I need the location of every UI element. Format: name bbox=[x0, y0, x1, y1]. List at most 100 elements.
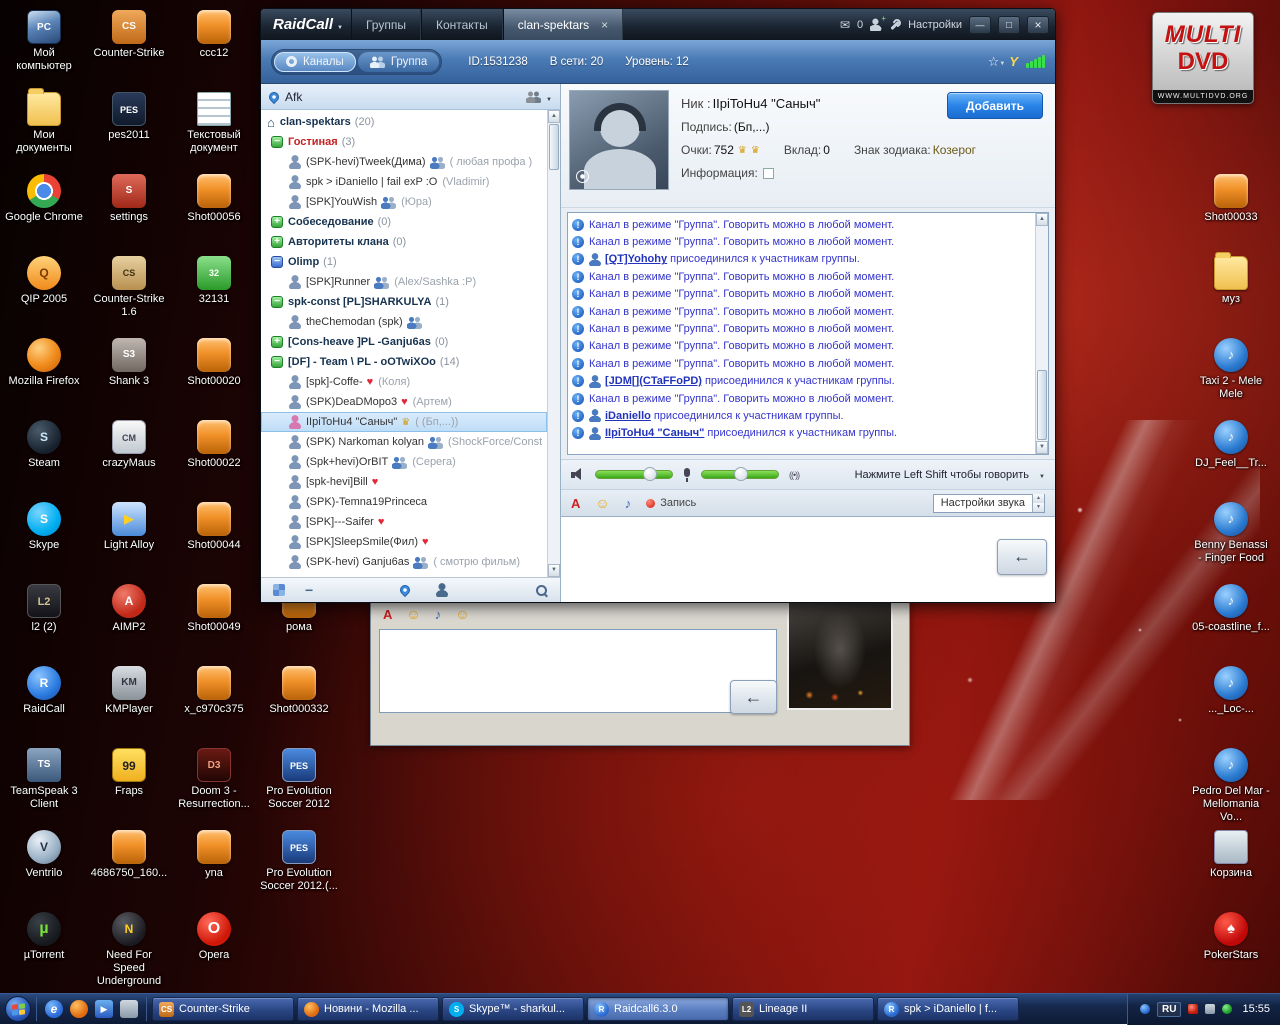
desktop-icon-текстовый-документ[interactable]: Текстовый документ bbox=[175, 92, 253, 155]
taskbar-button-skype-sharkul[interactable]: SSkype™ - sharkul... bbox=[442, 997, 584, 1021]
tree-item-olimp[interactable]: −Olimp(1) bbox=[261, 252, 547, 272]
wrench-icon[interactable] bbox=[889, 19, 901, 31]
tree-item-собеседование[interactable]: +Собеседование(0) bbox=[261, 212, 547, 232]
group-button[interactable]: Группа bbox=[358, 52, 439, 72]
chevron-down-icon[interactable] bbox=[999, 56, 1005, 68]
desktop-icon-loc[interactable]: ♪..._Loc-... bbox=[1192, 666, 1270, 716]
desktop-icon-fraps[interactable]: 99Fraps bbox=[90, 748, 168, 798]
scroll-thumb[interactable] bbox=[1037, 370, 1047, 440]
tree-item-spk-const-pl-sharkulya[interactable]: −spk-const [PL]SHARKULYA(1) bbox=[261, 292, 547, 312]
clock[interactable]: 15:55 bbox=[1242, 1003, 1270, 1015]
maximize-button[interactable] bbox=[998, 16, 1020, 34]
desktop-icon-google-chrome[interactable]: Google Chrome bbox=[5, 174, 83, 224]
desktop-icon-мои-документы[interactable]: Мои документы bbox=[5, 92, 83, 155]
desktop-icon-steam[interactable]: SSteam bbox=[5, 420, 83, 470]
tree-item-df-team-pl-ootwixoo[interactable]: −[DF] - Team \ PL - oOTwiXOo(14) bbox=[261, 352, 547, 372]
desktop-icon-pokerstars[interactable]: ♠PokerStars bbox=[1192, 912, 1270, 962]
desktop-icon-settings[interactable]: Ssettings bbox=[90, 174, 168, 224]
desktop-icon-torrent[interactable]: µµTorrent bbox=[5, 912, 83, 962]
desktop-icon-mozilla-firefox[interactable]: Mozilla Firefox bbox=[5, 338, 83, 388]
tree-user-spk-hevi-tweek-дима[interactable]: (SPK-hevi)Tweek(Дима)( любая профа ) bbox=[261, 152, 547, 172]
desktop-icon-raidcall[interactable]: RRaidCall bbox=[5, 666, 83, 716]
desktop-icon-05-coastline-f[interactable]: ♪05-coastline_f... bbox=[1192, 584, 1270, 634]
mail-icon[interactable] bbox=[840, 18, 850, 32]
volume-slider[interactable] bbox=[595, 470, 673, 479]
desktop-icon-ventrilo[interactable]: VVentrilo bbox=[5, 830, 83, 880]
volume-tray-icon[interactable] bbox=[1205, 1004, 1215, 1014]
desktop-icon-shot00022[interactable]: Shot00022 bbox=[175, 420, 253, 470]
tree-user-spk-temna19princeca[interactable]: (SPK)-Temna19Princeca bbox=[261, 492, 547, 512]
smiley-icon[interactable] bbox=[406, 606, 420, 622]
user-link-iipitohu4-саныч[interactable]: IIpiToHu4 "Саныч" bbox=[605, 427, 704, 439]
music-icon[interactable] bbox=[435, 607, 442, 622]
tree-user-spk-runner[interactable]: [SPK]Runner(Alex/Sashka :P) bbox=[261, 272, 547, 292]
scroll-up-icon[interactable] bbox=[548, 110, 560, 123]
scroll-thumb[interactable] bbox=[549, 124, 559, 170]
game-screenshot-thumbnail[interactable] bbox=[787, 598, 893, 710]
titlebar[interactable]: RaidCall ГруппыКонтактыclan-spektars× 0 … bbox=[261, 9, 1055, 40]
user-link-idaniello[interactable]: iDaniello bbox=[605, 410, 651, 422]
chevron-down-icon[interactable] bbox=[337, 16, 343, 33]
tree-user-spk-hevi-orbit[interactable]: (Spk+hevi)OrBIT(Серега) bbox=[261, 452, 547, 472]
taskbar-button-lineage-ii[interactable]: L2Lineage II bbox=[732, 997, 874, 1021]
music-icon[interactable] bbox=[625, 496, 632, 511]
tree-user-spk-coffe[interactable]: [spk]-Coffe-♥(Коля) bbox=[261, 372, 547, 392]
desktop-icon-shot00049[interactable]: Shot00049 bbox=[175, 584, 253, 634]
firefox-icon[interactable] bbox=[70, 1000, 88, 1018]
desktop-icon-ccc12[interactable]: ccc12 bbox=[175, 10, 253, 60]
desktop-icon-aimp2[interactable]: AAIMP2 bbox=[90, 584, 168, 634]
taskbar-button-spk-idaniello-f[interactable]: Rspk > iDaniello | f... bbox=[877, 997, 1019, 1021]
raidcall-tray-icon[interactable] bbox=[1140, 1004, 1150, 1014]
microphone-icon[interactable] bbox=[683, 468, 691, 482]
taskbar-button-raidcall6-3-0[interactable]: RRaidcall6.3.0 bbox=[587, 997, 729, 1021]
media-player-icon[interactable]: ▶ bbox=[95, 1000, 113, 1018]
add-user-icon[interactable] bbox=[870, 18, 882, 31]
user-link-qt-yohohy[interactable]: [QT]Yohohy bbox=[605, 253, 667, 265]
desktop-icon-counter-strike[interactable]: CSCounter-Strike bbox=[90, 10, 168, 60]
close-button[interactable] bbox=[1027, 16, 1049, 34]
status-header[interactable]: Afk bbox=[261, 84, 560, 110]
scroll-down-icon[interactable] bbox=[1036, 441, 1048, 454]
desktop-icon-32131[interactable]: 3232131 bbox=[175, 256, 253, 306]
font-color-icon[interactable] bbox=[383, 607, 392, 622]
chevron-down-icon[interactable] bbox=[1039, 469, 1045, 481]
tree-user-spk-narkoman-kolyan[interactable]: (SPK) Narkoman kolyan(ShockForce/Const bbox=[261, 432, 547, 452]
minimize-button[interactable] bbox=[969, 16, 991, 34]
speaker-icon[interactable] bbox=[571, 468, 585, 481]
desktop-icon-yna[interactable]: yna bbox=[175, 830, 253, 880]
mic-slider[interactable] bbox=[701, 470, 779, 479]
tree-item-гостиная[interactable]: −Гостиная(3) bbox=[261, 132, 547, 152]
info-checkbox[interactable] bbox=[763, 168, 774, 179]
desktop-icon-taxi-2-mele-mele[interactable]: ♪Taxi 2 - Mele Mele bbox=[1192, 338, 1270, 401]
tab-группы[interactable]: Группы bbox=[351, 9, 421, 40]
desktop-icon-dj-feel-tr[interactable]: ♪DJ_Feel__Tr... bbox=[1192, 420, 1270, 470]
tree-item-авторитеты-клана[interactable]: +Авторитеты клана(0) bbox=[261, 232, 547, 252]
tree-user-spk-saifer[interactable]: [SPK]---Saifer♥ bbox=[261, 512, 547, 532]
desktop-icon-l2-2[interactable]: L2l2 (2) bbox=[5, 584, 83, 634]
chevron-down-icon[interactable] bbox=[546, 90, 552, 104]
desktop-icon-pro-evolution-soccer-2012[interactable]: PESPro Evolution Soccer 2012.(... bbox=[260, 830, 338, 893]
desktop-icon-doom-3-resurrection[interactable]: D3Doom 3 - Resurrection... bbox=[175, 748, 253, 811]
desktop-icon-teamspeak-3-client[interactable]: TSTeamSpeak 3 Client bbox=[5, 748, 83, 811]
taskbar-button-новини-mozilla[interactable]: Новини - Mozilla ... bbox=[297, 997, 439, 1021]
desktop-icon-муз[interactable]: муз bbox=[1192, 256, 1270, 306]
scroll-up-icon[interactable] bbox=[1036, 213, 1048, 226]
channels-button[interactable]: Каналы bbox=[274, 52, 356, 72]
desktop-icon-opera[interactable]: OOpera bbox=[175, 912, 253, 962]
slider-knob[interactable] bbox=[643, 467, 657, 481]
member-icon[interactable] bbox=[436, 583, 448, 597]
emoticon-icon[interactable] bbox=[455, 606, 469, 622]
tree-user-spk-deadmopo3[interactable]: (SPK)DeaDMopo3♥(Артем) bbox=[261, 392, 547, 412]
taskbar-button-counter-strike[interactable]: CSCounter-Strike bbox=[152, 997, 294, 1021]
add-friend-button[interactable]: Добавить bbox=[947, 92, 1043, 119]
smiley-icon[interactable] bbox=[595, 495, 609, 511]
desktop-icon-x-c970c375[interactable]: x_c970c375 bbox=[175, 666, 253, 716]
desktop-icon-shot00033[interactable]: Shot00033 bbox=[1192, 174, 1270, 224]
chat-send-button[interactable] bbox=[730, 680, 777, 714]
desktop-icon-shot00020[interactable]: Shot00020 bbox=[175, 338, 253, 388]
tree-item-clan-spektars[interactable]: ⌂clan-spektars(20) bbox=[261, 112, 547, 132]
send-button[interactable] bbox=[997, 539, 1047, 575]
ptt-setting[interactable]: Нажмите Left Shift чтобы говорить bbox=[855, 469, 1029, 481]
language-indicator[interactable]: RU bbox=[1157, 1002, 1181, 1017]
start-button[interactable] bbox=[0, 994, 36, 1025]
